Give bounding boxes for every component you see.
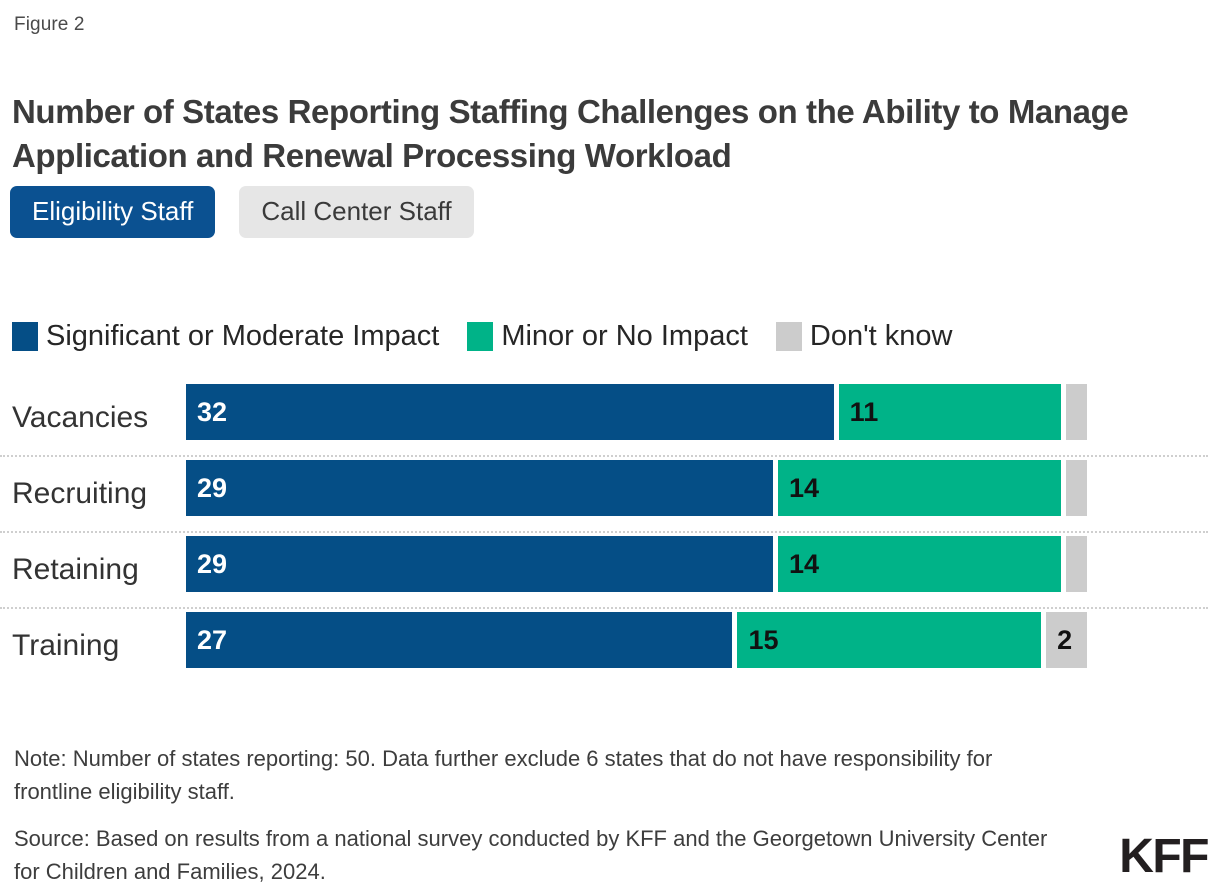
legend-label-significant: Significant or Moderate Impact: [46, 320, 440, 352]
segment-value-label: 14: [788, 548, 819, 579]
segment-significant[interactable]: 32: [186, 384, 834, 440]
legend-item-dont-know[interactable]: Don't know: [775, 320, 953, 353]
segment-dont-know[interactable]: [1066, 460, 1087, 516]
row-label-vacancies: Vacancies: [12, 401, 149, 434]
segment-value-label: 27: [197, 624, 228, 655]
chart-source: Source: Based on results from a national…: [14, 826, 1048, 885]
bar-track: 32 11: [186, 384, 1208, 440]
chart-row: Vacancies 32 11: [0, 380, 1220, 457]
segment-minor[interactable]: 15: [737, 612, 1042, 668]
segment-significant[interactable]: 29: [186, 460, 773, 516]
segment-value-label: 14: [788, 472, 819, 503]
chart-row: Retaining 29 14: [0, 532, 1220, 609]
segment-significant[interactable]: 29: [186, 536, 773, 592]
page-title: Number of States Reporting Staffing Chal…: [12, 93, 1129, 174]
chart-row: Recruiting 29 14: [0, 456, 1220, 533]
legend-item-minor[interactable]: Minor or No Impact: [467, 320, 748, 353]
segment-dont-know[interactable]: [1066, 536, 1087, 592]
row-label-recruiting: Recruiting: [12, 477, 148, 510]
row-label-training: Training: [12, 629, 120, 662]
tab-call-center-staff[interactable]: Call Center Staff: [239, 186, 474, 238]
segment-significant[interactable]: 27: [186, 612, 733, 668]
segment-value-label: 29: [197, 472, 228, 503]
bar-chart-plot: Vacancies 32 11 Recruiting 29 14 Retaining 29 14…: [0, 380, 1220, 680]
kff-logo: KFF: [1119, 830, 1209, 883]
tab-eligibility-staff[interactable]: Eligibility Staff: [10, 186, 216, 238]
legend-label-minor: Minor or No Impact: [501, 320, 748, 352]
legend-swatch-minor-icon: [467, 322, 494, 351]
segment-value-label: 29: [197, 548, 228, 579]
segment-value-label: 11: [849, 396, 879, 427]
legend-swatch-significant-icon: [12, 322, 38, 351]
chart-row: Training 27 15 2: [0, 608, 1220, 684]
legend-item-significant[interactable]: Significant or Moderate Impact: [12, 320, 439, 353]
figure-label: Figure 2: [14, 14, 85, 35]
bar-track: 29 14: [186, 460, 1208, 516]
segment-value-label: 32: [197, 396, 228, 427]
segment-value-label: 15: [748, 624, 779, 655]
segment-dont-know[interactable]: [1066, 384, 1087, 440]
segment-value-label: 2: [1057, 624, 1073, 655]
legend-label-dont-know: Don't know: [809, 320, 953, 352]
chart-note: Note: Number of states reporting: 50. Da…: [14, 746, 993, 805]
bar-track: 29 14: [186, 536, 1208, 592]
bar-track: 27 15 2: [186, 612, 1208, 668]
segment-dont-know[interactable]: 2: [1046, 612, 1087, 668]
segment-minor[interactable]: 14: [777, 460, 1062, 516]
segment-minor[interactable]: 14: [777, 536, 1062, 592]
legend-swatch-dont-know-icon: [775, 322, 802, 351]
chart-legend: Significant or Moderate Impact Minor or …: [12, 320, 980, 353]
row-label-retaining: Retaining: [12, 553, 139, 586]
tab-bar: Eligibility Staff Call Center Staff: [10, 186, 474, 238]
segment-minor[interactable]: 11: [838, 384, 1062, 440]
